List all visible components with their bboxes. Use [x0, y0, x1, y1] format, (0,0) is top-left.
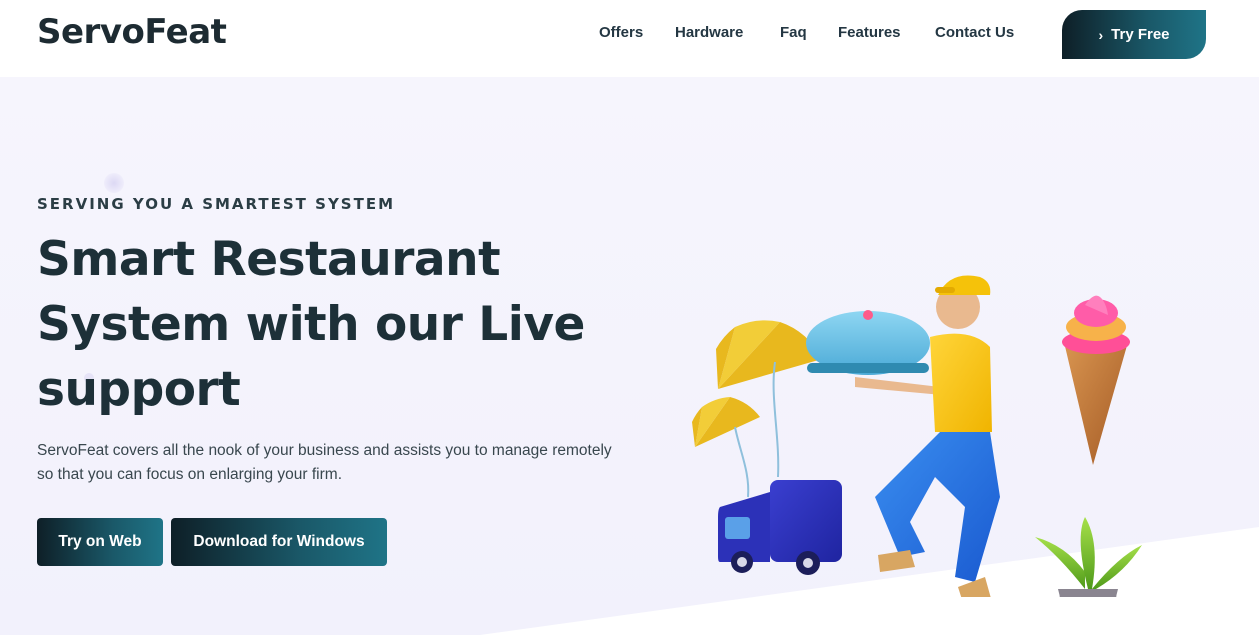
nav-item-contact-us[interactable]: Contact Us	[935, 24, 1014, 41]
nav-item-features[interactable]: Features	[838, 24, 901, 41]
headline-line-3: support	[37, 362, 241, 417]
headline-line-2: System with our Live	[37, 297, 585, 352]
site-header: ServoFeat Offers Hardware Faq Features C…	[0, 0, 1259, 77]
nav-item-faq[interactable]: Faq	[780, 24, 807, 41]
hero-eyebrow: SERVING YOU A SMARTEST SYSTEM	[37, 195, 396, 213]
hero-section: SERVING YOU A SMARTEST SYSTEM Smart Rest…	[0, 77, 1259, 635]
decorative-dot	[104, 173, 124, 193]
site-logo[interactable]: ServoFeat	[37, 12, 227, 52]
hero-headline: Smart Restaurant System with our Live su…	[37, 227, 597, 422]
chevron-right-icon: ›	[1098, 26, 1104, 43]
nav-item-offers[interactable]: Offers	[599, 24, 643, 41]
try-on-web-button[interactable]: Try on Web	[37, 518, 163, 566]
potted-plant-icon	[1035, 517, 1142, 597]
delivery-truck-icon	[718, 480, 842, 575]
delivery-illustration	[692, 275, 1142, 597]
parachute-fan-small	[692, 397, 760, 498]
hero-description: ServoFeat covers all the nook of your bu…	[37, 442, 612, 483]
ice-cream-icon	[1062, 295, 1130, 465]
download-for-windows-button[interactable]: Download for Windows	[171, 518, 387, 566]
try-free-label: Try Free	[1111, 26, 1170, 43]
headline-line-1: Smart Restaurant	[37, 232, 501, 287]
nav-item-hardware[interactable]: Hardware	[675, 24, 743, 41]
try-free-button[interactable]: › Try Free	[1062, 10, 1206, 59]
